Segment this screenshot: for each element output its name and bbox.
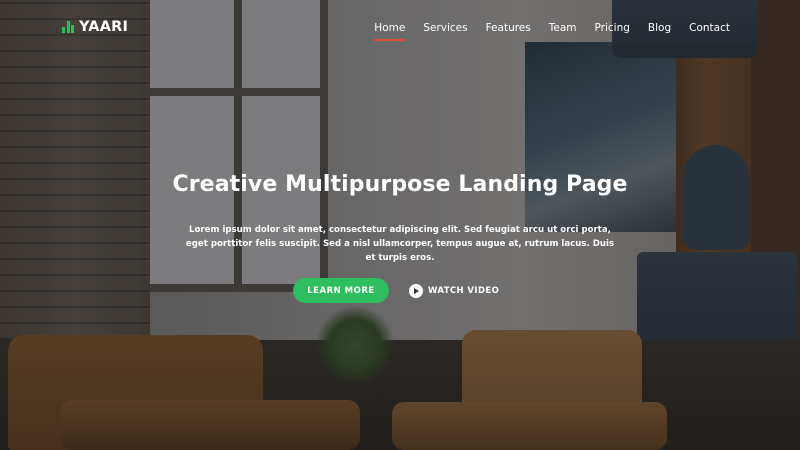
nav-item-home[interactable]: Home bbox=[374, 22, 406, 41]
nav-item-services[interactable]: Services bbox=[423, 22, 467, 34]
hero-title: Creative Multipurpose Landing Page bbox=[172, 172, 628, 197]
brand-name: YAARI bbox=[79, 19, 129, 35]
nav-item-contact[interactable]: Contact bbox=[689, 22, 730, 34]
hero-section: YAARI Home Services Features Team Pricin… bbox=[0, 0, 800, 450]
watch-video-label: WATCH VIDEO bbox=[428, 285, 500, 296]
nav-item-blog[interactable]: Blog bbox=[648, 22, 671, 34]
hero-content: Creative Multipurpose Landing Page Lorem… bbox=[0, 172, 800, 265]
learn-more-button[interactable]: LEARN MORE bbox=[293, 278, 389, 303]
bar-chart-icon bbox=[62, 21, 74, 33]
play-circle-icon bbox=[409, 283, 423, 298]
nav-item-pricing[interactable]: Pricing bbox=[595, 22, 630, 34]
nav-item-features[interactable]: Features bbox=[486, 22, 531, 34]
hero-description: Lorem ipsum dolor sit amet, consectetur … bbox=[185, 225, 615, 263]
brand-logo[interactable]: YAARI bbox=[62, 19, 128, 35]
nav-menu: Home Services Features Team Pricing Blog… bbox=[356, 22, 730, 41]
nav-item-team[interactable]: Team bbox=[549, 22, 577, 34]
watch-video-button[interactable]: WATCH VIDEO bbox=[409, 282, 499, 299]
navbar: YAARI Home Services Features Team Pricin… bbox=[0, 0, 800, 58]
